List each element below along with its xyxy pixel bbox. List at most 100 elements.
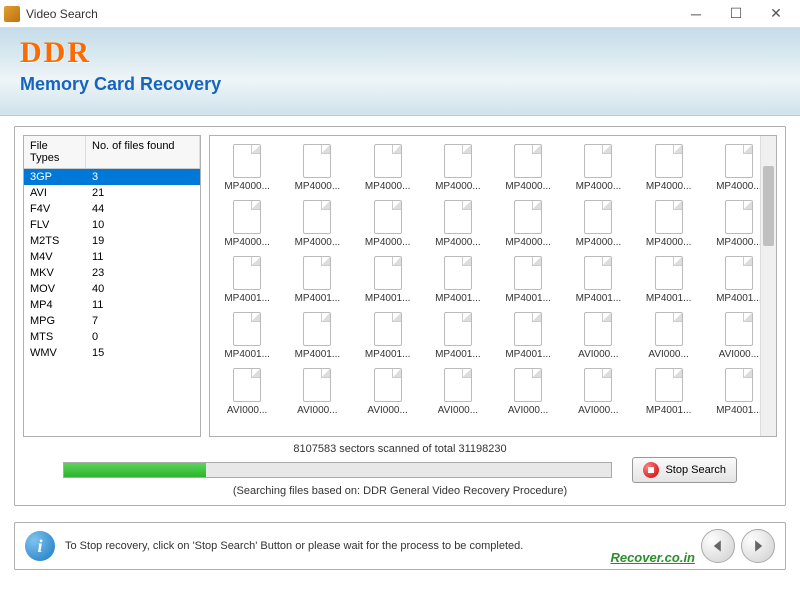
file-label: MP4000...: [224, 237, 270, 248]
file-item[interactable]: MP4001...: [493, 252, 563, 308]
maximize-button[interactable]: ☐: [716, 2, 756, 26]
cell-type: WMV: [24, 345, 86, 361]
file-label: MP4001...: [646, 293, 692, 304]
file-icon: [514, 144, 542, 178]
file-item[interactable]: MP4000...: [423, 196, 493, 252]
table-row[interactable]: M4V11: [24, 249, 200, 265]
file-item[interactable]: MP4000...: [493, 140, 563, 196]
file-icon: [584, 312, 612, 346]
file-item[interactable]: AVI000...: [563, 364, 633, 420]
minimize-button[interactable]: ─: [676, 2, 716, 26]
file-item[interactable]: MP4000...: [282, 140, 352, 196]
file-icon: [233, 200, 261, 234]
procedure-text: (Searching files based on: DDR General V…: [63, 485, 737, 497]
file-item[interactable]: MP4000...: [563, 140, 633, 196]
file-item[interactable]: MP4000...: [353, 196, 423, 252]
file-item[interactable]: MP4000...: [282, 196, 352, 252]
file-item[interactable]: AVI000...: [212, 364, 282, 420]
file-item[interactable]: AVI000...: [423, 364, 493, 420]
file-label: MP4001...: [295, 349, 341, 360]
main-panel: File Types No. of files found 3GP3AVI21F…: [14, 126, 786, 506]
file-label: MP4000...: [716, 181, 762, 192]
file-icon: [444, 256, 472, 290]
file-label: MP4000...: [365, 237, 411, 248]
file-item[interactable]: MP4000...: [634, 196, 704, 252]
scrollbar[interactable]: [760, 136, 776, 436]
file-label: MP4000...: [365, 181, 411, 192]
stop-search-button[interactable]: Stop Search: [632, 457, 737, 483]
file-label: MP4001...: [505, 349, 551, 360]
table-row[interactable]: FLV10: [24, 217, 200, 233]
file-label: MP4001...: [576, 293, 622, 304]
file-label: AVI000...: [508, 405, 548, 416]
file-label: MP4000...: [295, 181, 341, 192]
scrollbar-thumb[interactable]: [763, 166, 774, 246]
file-label: AVI000...: [648, 349, 688, 360]
file-label: MP4000...: [646, 181, 692, 192]
file-item[interactable]: AVI000...: [282, 364, 352, 420]
file-item[interactable]: MP4000...: [634, 140, 704, 196]
cell-count: 21: [86, 185, 200, 201]
table-row[interactable]: MOV40: [24, 281, 200, 297]
file-item[interactable]: MP4001...: [353, 308, 423, 364]
file-item[interactable]: MP4000...: [423, 140, 493, 196]
cell-type: MTS: [24, 329, 86, 345]
table-row[interactable]: MP411: [24, 297, 200, 313]
file-label: MP4001...: [224, 293, 270, 304]
file-item[interactable]: AVI000...: [493, 364, 563, 420]
file-item[interactable]: MP4001...: [212, 252, 282, 308]
file-item[interactable]: MP4000...: [493, 196, 563, 252]
file-item[interactable]: AVI000...: [563, 308, 633, 364]
file-item[interactable]: MP4001...: [423, 252, 493, 308]
file-item[interactable]: MP4001...: [423, 308, 493, 364]
file-item[interactable]: MP4001...: [634, 364, 704, 420]
file-item[interactable]: MP4001...: [493, 308, 563, 364]
banner: DDR Memory Card Recovery: [0, 28, 800, 116]
file-label: MP4001...: [365, 349, 411, 360]
file-icon: [303, 256, 331, 290]
file-item[interactable]: MP4001...: [353, 252, 423, 308]
file-item[interactable]: MP4000...: [563, 196, 633, 252]
table-row[interactable]: MTS0: [24, 329, 200, 345]
table-row[interactable]: 3GP3: [24, 169, 200, 185]
file-item[interactable]: MP4000...: [353, 140, 423, 196]
table-row[interactable]: AVI21: [24, 185, 200, 201]
progress-fill: [64, 463, 206, 477]
file-item[interactable]: MP4000...: [212, 196, 282, 252]
file-item[interactable]: MP4001...: [634, 252, 704, 308]
file-label: MP4000...: [576, 237, 622, 248]
file-icon: [655, 200, 683, 234]
file-item[interactable]: MP4001...: [563, 252, 633, 308]
file-icon: [584, 256, 612, 290]
table-row[interactable]: F4V44: [24, 201, 200, 217]
file-item[interactable]: MP4001...: [282, 252, 352, 308]
col-header-type[interactable]: File Types: [24, 136, 86, 168]
file-label: MP4001...: [435, 293, 481, 304]
table-row[interactable]: MKV23: [24, 265, 200, 281]
back-button[interactable]: [701, 529, 735, 563]
file-item[interactable]: MP4000...: [212, 140, 282, 196]
footer: i To Stop recovery, click on 'Stop Searc…: [14, 522, 786, 570]
next-button[interactable]: [741, 529, 775, 563]
table-row[interactable]: MPG7: [24, 313, 200, 329]
file-icon: [655, 144, 683, 178]
file-item[interactable]: AVI000...: [353, 364, 423, 420]
file-icon: [303, 368, 331, 402]
cell-count: 11: [86, 297, 200, 313]
file-icon: [303, 312, 331, 346]
close-button[interactable]: ✕: [756, 2, 796, 26]
table-row[interactable]: M2TS19: [24, 233, 200, 249]
file-item[interactable]: MP4001...: [212, 308, 282, 364]
file-item[interactable]: MP4001...: [282, 308, 352, 364]
cell-count: 19: [86, 233, 200, 249]
stop-icon: [643, 462, 659, 478]
progress-bar: [63, 462, 612, 478]
table-row[interactable]: WMV15: [24, 345, 200, 361]
file-icon: [374, 144, 402, 178]
cell-type: MP4: [24, 297, 86, 313]
file-item[interactable]: AVI000...: [634, 308, 704, 364]
file-icon: [233, 368, 261, 402]
file-icon: [725, 312, 753, 346]
col-header-count[interactable]: No. of files found: [86, 136, 200, 168]
cell-count: 40: [86, 281, 200, 297]
